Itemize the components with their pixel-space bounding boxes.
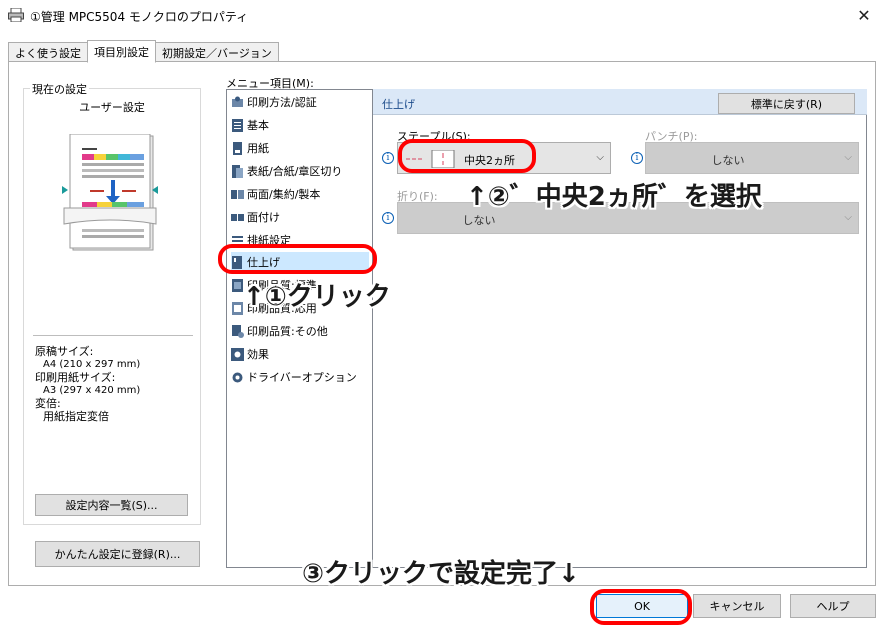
- preset-name: ユーザー設定: [79, 101, 145, 114]
- panel-title: 仕上げ: [382, 98, 415, 111]
- tab-defaults-version[interactable]: 初期設定／バージョン: [155, 42, 279, 63]
- group-divider: [33, 335, 193, 336]
- menu-item-effect[interactable]: 効果: [231, 344, 369, 364]
- effect-icon: [231, 347, 244, 361]
- preview-image: [62, 134, 158, 251]
- duplex-icon: [231, 189, 244, 199]
- menu-item-cover[interactable]: 表紙/合紙/章区切り: [231, 161, 369, 181]
- finishing-highlight-ring: [218, 244, 377, 274]
- punch-value: しない: [711, 154, 745, 167]
- menu-item-basic[interactable]: 基本: [231, 115, 369, 135]
- chevron-down-icon: ⌵: [844, 212, 852, 223]
- tab-item-settings[interactable]: 項目別設定: [87, 40, 156, 63]
- reset-defaults-button[interactable]: 標準に戻す(R): [718, 93, 855, 114]
- basic-icon: [232, 118, 243, 132]
- print-method-icon: [232, 96, 243, 107]
- menu-item-print-method[interactable]: 印刷方法/認証: [231, 92, 369, 112]
- annotation-step2: ↑②゛中央2ヵ所゛を選択: [466, 182, 762, 212]
- staple-highlight-ring: [398, 139, 536, 173]
- chevron-down-icon: ⌵: [844, 152, 852, 163]
- menu-item-quality-other[interactable]: 印刷品質:その他: [231, 321, 369, 341]
- menu-item-paper[interactable]: 用紙: [231, 138, 369, 158]
- punch-select[interactable]: しない ⌵: [645, 142, 859, 174]
- imposition-icon: [231, 213, 244, 221]
- paper-icon: [233, 141, 242, 155]
- tab-favorites[interactable]: よく使う設定: [8, 42, 88, 63]
- scale-value: 用紙指定変倍: [43, 410, 109, 423]
- print-size-value: A3 (297 x 420 mm): [43, 385, 141, 396]
- tab-strip: よく使う設定 項目別設定 初期設定／バージョン: [8, 40, 279, 63]
- print-size-label: 印刷用紙サイズ:: [35, 371, 116, 384]
- menu-item-driver-option[interactable]: ドライバーオプション: [231, 367, 369, 387]
- title-bar: ①管理 MPC5504 モノクロのプロパティ ✕: [0, 0, 884, 30]
- annotation-step1: ↑①クリック: [243, 282, 391, 312]
- close-button[interactable]: ✕: [852, 4, 876, 26]
- register-preset-button[interactable]: かんたん設定に登録(R)...: [35, 541, 200, 567]
- settings-list-button[interactable]: 設定内容一覧(S)...: [35, 494, 188, 516]
- printer-icon: [8, 8, 24, 22]
- close-icon: ✕: [857, 5, 871, 25]
- menu-item-imposition[interactable]: 面付け: [231, 207, 369, 227]
- cancel-button[interactable]: キャンセル: [693, 594, 781, 618]
- quality-other-icon: [232, 324, 244, 338]
- ok-highlight-ring: [590, 589, 692, 625]
- annotation-step3: ③クリックで設定完了↓: [302, 559, 580, 589]
- window-title: ①管理 MPC5504 モノクロのプロパティ: [30, 10, 249, 24]
- punch-info-icon[interactable]: i: [631, 152, 643, 164]
- original-size-value: A4 (210 x 297 mm): [43, 359, 141, 370]
- cover-icon: [232, 164, 243, 178]
- current-settings-label: 現在の設定: [30, 81, 89, 97]
- menu-item-duplex[interactable]: 両面/集約/製本: [231, 184, 369, 204]
- help-button[interactable]: ヘルプ: [790, 594, 876, 618]
- scale-label: 変倍:: [35, 397, 61, 410]
- original-size-label: 原稿サイズ:: [35, 345, 94, 358]
- fold-info-icon[interactable]: i: [382, 212, 394, 224]
- fold-value: しない: [462, 214, 496, 227]
- chevron-down-icon: ⌵: [596, 152, 604, 163]
- driver-option-icon: [232, 372, 243, 382]
- staple-info-icon[interactable]: i: [382, 152, 394, 164]
